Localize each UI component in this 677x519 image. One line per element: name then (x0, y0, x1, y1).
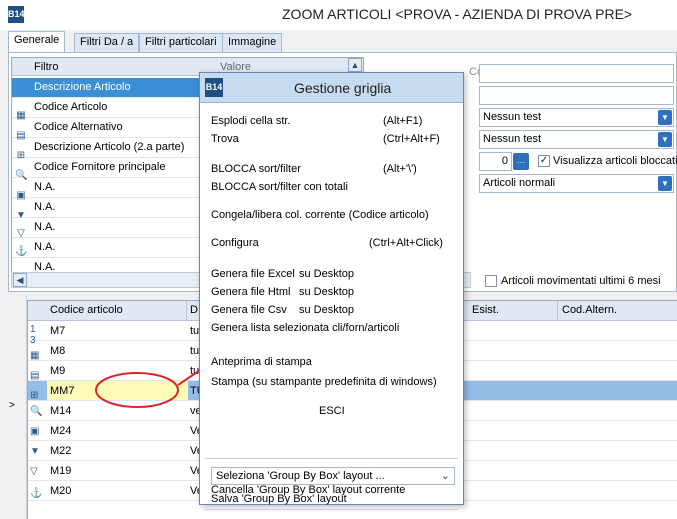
dialog-logo-icon: B14 (205, 78, 223, 97)
menu-divider (205, 458, 458, 459)
shortcut-expand: (Alt+F1) (383, 115, 423, 127)
menu-item-freeze-column[interactable]: Congela/libera col. corrente (Codice art… (211, 209, 429, 221)
group-layout-select[interactable]: Seleziona 'Group By Box' layout ... ⌄ (211, 467, 455, 485)
menu-item-delete-layout[interactable]: Cancella 'Group By Box' layout corrente (211, 484, 405, 496)
desktop-label: su Desktop (299, 268, 355, 280)
chevron-down-icon[interactable]: ⌄ (441, 469, 450, 482)
dialog-header: B14 Gestione griglia (200, 73, 463, 103)
dialog-title: Gestione griglia (294, 80, 392, 96)
menu-item-lock-sort[interactable]: BLOCCA sort/filter (211, 163, 301, 175)
shortcut-find: (Ctrl+Alt+F) (383, 133, 440, 145)
menu-item-gen-html[interactable]: Genera file Html (211, 286, 290, 298)
menu-divider (205, 509, 458, 510)
shortcut-configure: (Ctrl+Alt+Click) (369, 237, 443, 249)
menu-item-expand-cell[interactable]: Esplodi cella str. (211, 115, 290, 127)
exit-button[interactable]: ESCI (319, 405, 345, 417)
menu-item-gen-excel[interactable]: Genera file Excel (211, 268, 295, 280)
desktop-label: su Desktop (299, 286, 355, 298)
menu-item-configure[interactable]: Configura (211, 237, 259, 249)
desktop-label: su Desktop (299, 304, 355, 316)
annotation-ellipse (95, 372, 179, 408)
shortcut-lock: (Alt+'\') (383, 163, 417, 175)
menu-item-find[interactable]: Trova (211, 133, 239, 145)
dialog-menu: Esplodi cella str. (Alt+F1) Trova (Ctrl+… (205, 105, 458, 510)
menu-item-gen-csv[interactable]: Genera file Csv (211, 304, 287, 316)
grid-management-dialog: B14 Gestione griglia Esplodi cella str. … (199, 72, 464, 510)
menu-item-print-preview[interactable]: Anteprima di stampa (211, 356, 312, 368)
menu-item-gen-list[interactable]: Genera lista selezionata cli/forn/artico… (211, 322, 399, 334)
menu-item-print[interactable]: Stampa (su stampante predefinita di wind… (211, 376, 437, 388)
menu-item-lock-sort-totals[interactable]: BLOCCA sort/filter con totali (211, 181, 348, 193)
